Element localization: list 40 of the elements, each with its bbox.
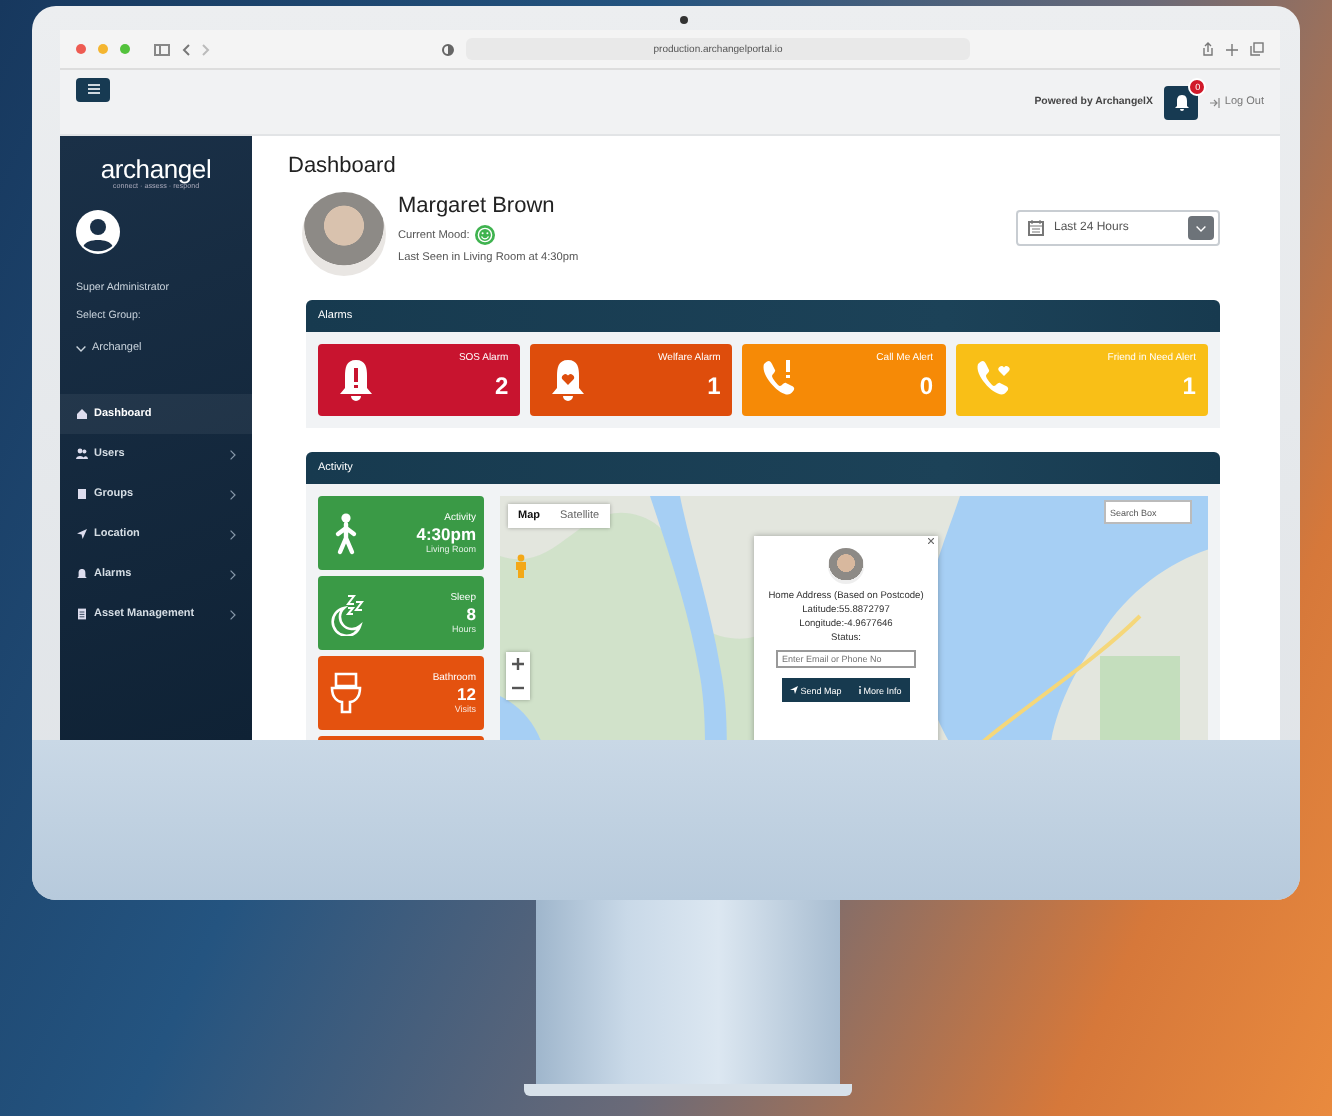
- bell-icon: [1173, 93, 1190, 111]
- maximize-window-dot[interactable]: [120, 44, 130, 54]
- smiley-face-icon: [473, 224, 496, 246]
- bell-icon: [76, 568, 88, 580]
- resident-photo-placeholder: [828, 548, 864, 584]
- brand-logo: archangel: [100, 156, 212, 182]
- menu-button[interactable]: [76, 77, 110, 101]
- minimize-window-dot[interactable]: [98, 44, 108, 54]
- resident-name: Margaret Brown: [398, 194, 557, 218]
- sidebar-toggle-icon: [154, 43, 170, 55]
- page-title: Dashboard: [288, 152, 398, 180]
- new-tab-icon: [1226, 43, 1238, 55]
- location-arrow-icon: [76, 528, 88, 540]
- camera-dot: [680, 16, 688, 24]
- calendar-icon: [1028, 220, 1044, 236]
- privacy-shield-icon: [442, 43, 454, 55]
- document-icon: [76, 608, 88, 620]
- building-icon: [76, 488, 88, 500]
- chevron-down-icon: [1196, 225, 1206, 231]
- users-icon: [76, 448, 88, 460]
- plus-icon: [512, 658, 524, 670]
- close-window-dot[interactable]: [76, 44, 86, 54]
- profile-photo-placeholder: [302, 192, 386, 276]
- info-icon: [857, 686, 862, 694]
- pegman-icon: [514, 554, 528, 578]
- home-icon: [76, 408, 88, 420]
- zoom-in-button[interactable]: [506, 652, 530, 676]
- sign-out-icon: [1210, 97, 1221, 107]
- bell-exclamation-icon: [334, 358, 378, 402]
- tabs-overview-icon: [1250, 42, 1264, 56]
- toilet-icon: [326, 671, 366, 715]
- zoom-out-button[interactable]: [506, 676, 530, 700]
- share-icon: [1202, 42, 1214, 56]
- moon-sleep-icon: [326, 591, 366, 635]
- close-icon: [928, 538, 934, 544]
- user-avatar-icon: [76, 210, 120, 254]
- menu-icon: [87, 84, 99, 94]
- send-icon: [790, 686, 799, 694]
- chevron-down-icon: [76, 345, 86, 351]
- minus-icon: [512, 686, 524, 690]
